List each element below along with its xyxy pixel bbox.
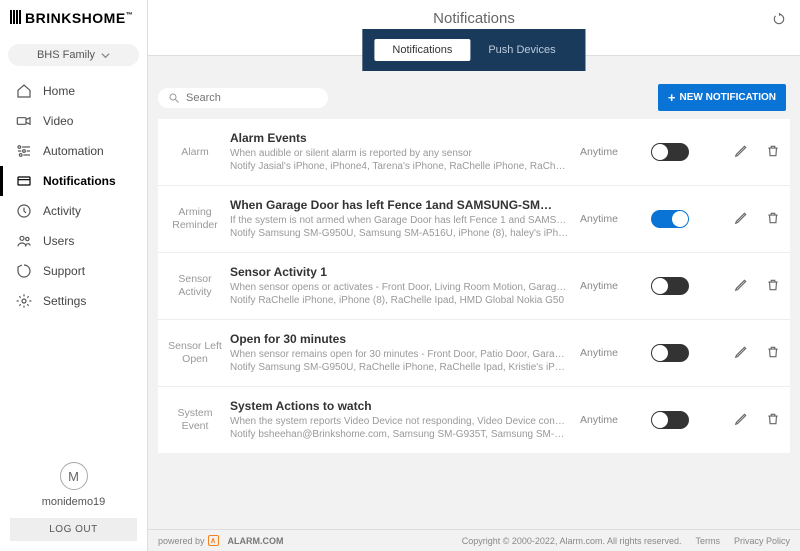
settings-icon	[15, 293, 33, 309]
sidebar-item-label: Users	[43, 234, 74, 248]
row-schedule: Anytime	[580, 146, 630, 158]
terms-link[interactable]: Terms	[695, 536, 720, 546]
row-toggle[interactable]	[651, 210, 689, 228]
row-title: Open for 30 minutes	[230, 332, 570, 346]
new-notification-button[interactable]: + NEW NOTIFICATION	[658, 84, 786, 111]
delete-icon[interactable]	[766, 412, 780, 429]
row-category: Alarm	[168, 146, 230, 159]
username: monidemo19	[42, 496, 106, 508]
system-selector[interactable]: BHS Family	[8, 44, 139, 66]
notification-row: Arming ReminderWhen Garage Door has left…	[158, 186, 790, 253]
page-title: Notifications	[433, 10, 515, 27]
search-input-wrap[interactable]	[158, 88, 328, 108]
edit-icon[interactable]	[734, 345, 748, 362]
notification-row: System EventSystem Actions to watch When …	[158, 387, 790, 453]
row-description: When audible or silent alarm is reported…	[230, 147, 570, 160]
row-schedule: Anytime	[580, 347, 630, 359]
sidebar-item-support[interactable]: Support	[0, 256, 147, 286]
copyright: Copyright © 2000-2022, Alarm.com. All ri…	[462, 536, 682, 546]
refresh-icon[interactable]	[772, 12, 786, 29]
row-category: System Event	[168, 407, 230, 432]
alarm-logo-mark: ∧	[208, 535, 219, 546]
support-icon	[15, 263, 33, 279]
notification-row: AlarmAlarm Events When audible or silent …	[158, 119, 790, 186]
system-name: BHS Family	[37, 49, 95, 61]
row-toggle[interactable]	[651, 277, 689, 295]
video-icon	[15, 113, 33, 129]
sidebar-item-home[interactable]: Home	[0, 76, 147, 106]
sidebar-item-label: Automation	[43, 144, 104, 158]
row-description: If the system is not armed when Garage D…	[230, 214, 570, 227]
automation-icon	[15, 143, 33, 159]
sidebar-item-label: Settings	[43, 294, 86, 308]
sidebar-item-automation[interactable]: Automation	[0, 136, 147, 166]
row-notify: Notify RaChelle iPhone, iPhone (8), RaCh…	[230, 294, 570, 307]
row-schedule: Anytime	[580, 280, 630, 292]
row-category: Sensor Activity	[168, 273, 230, 298]
row-notify: Notify bsheehan@Brinkshome.com, Samsung …	[230, 428, 570, 441]
sidebar-item-settings[interactable]: Settings	[0, 286, 147, 316]
row-notify: Notify Samsung SM-G950U, Samsung SM-A516…	[230, 227, 570, 240]
sidebar-item-notifications[interactable]: Notifications	[0, 166, 147, 196]
logout-button[interactable]: LOG OUT	[10, 518, 137, 541]
row-schedule: Anytime	[580, 414, 630, 426]
brand-logo: BRINKSHOME™	[0, 0, 147, 36]
activity-icon	[15, 203, 33, 219]
plus-icon: +	[668, 90, 676, 105]
home-icon	[15, 83, 33, 99]
row-title: Sensor Activity 1	[230, 265, 570, 279]
delete-icon[interactable]	[766, 278, 780, 295]
row-description: When sensor opens or activates - Front D…	[230, 281, 570, 294]
row-notify: Notify Samsung SM-G950U, RaChelle iPhone…	[230, 361, 570, 374]
row-toggle[interactable]	[651, 411, 689, 429]
row-title: System Actions to watch	[230, 399, 570, 413]
sidebar-item-label: Notifications	[43, 174, 116, 188]
row-toggle[interactable]	[651, 344, 689, 362]
chevron-down-icon	[101, 51, 110, 60]
notification-row: Sensor Left OpenOpen for 30 minutes When …	[158, 320, 790, 387]
delete-icon[interactable]	[766, 144, 780, 161]
sidebar-item-activity[interactable]: Activity	[0, 196, 147, 226]
tab-push-devices[interactable]: Push Devices	[470, 39, 573, 61]
sidebar-item-video[interactable]: Video	[0, 106, 147, 136]
notifications-icon	[15, 173, 33, 189]
tab-notifications[interactable]: Notifications	[374, 39, 470, 61]
delete-icon[interactable]	[766, 211, 780, 228]
row-title: Alarm Events	[230, 131, 570, 145]
row-schedule: Anytime	[580, 213, 630, 225]
search-icon	[168, 92, 180, 104]
alarm-logo-text: ALARM.COM	[228, 536, 284, 546]
edit-icon[interactable]	[734, 211, 748, 228]
sidebar-item-label: Video	[43, 114, 73, 128]
row-category: Sensor Left Open	[168, 340, 230, 365]
row-notify: Notify Jasial's iPhone, iPhone4, Tarena'…	[230, 160, 570, 173]
footer: powered by ∧ ALARM.COM Copyright © 2000-…	[148, 529, 800, 551]
avatar[interactable]: M	[60, 462, 88, 490]
users-icon	[15, 233, 33, 249]
privacy-link[interactable]: Privacy Policy	[734, 536, 790, 546]
sidebar-item-label: Activity	[43, 204, 81, 218]
row-description: When sensor remains open for 30 minutes …	[230, 348, 570, 361]
brand-text: BRINKSHOME	[25, 10, 126, 26]
sidebar-item-label: Support	[43, 264, 85, 278]
delete-icon[interactable]	[766, 345, 780, 362]
edit-icon[interactable]	[734, 278, 748, 295]
tabs-highlight: Notifications Push Devices	[362, 29, 585, 71]
notification-row: Sensor ActivitySensor Activity 1 When sen…	[158, 253, 790, 320]
row-category: Arming Reminder	[168, 206, 230, 231]
row-title: When Garage Door has left Fence 1and SAM…	[230, 198, 570, 212]
sidebar-item-label: Home	[43, 84, 75, 98]
edit-icon[interactable]	[734, 412, 748, 429]
row-toggle[interactable]	[651, 143, 689, 161]
edit-icon[interactable]	[734, 144, 748, 161]
search-input[interactable]	[186, 92, 306, 104]
row-description: When the system reports Video Device not…	[230, 415, 570, 428]
sidebar-item-users[interactable]: Users	[0, 226, 147, 256]
